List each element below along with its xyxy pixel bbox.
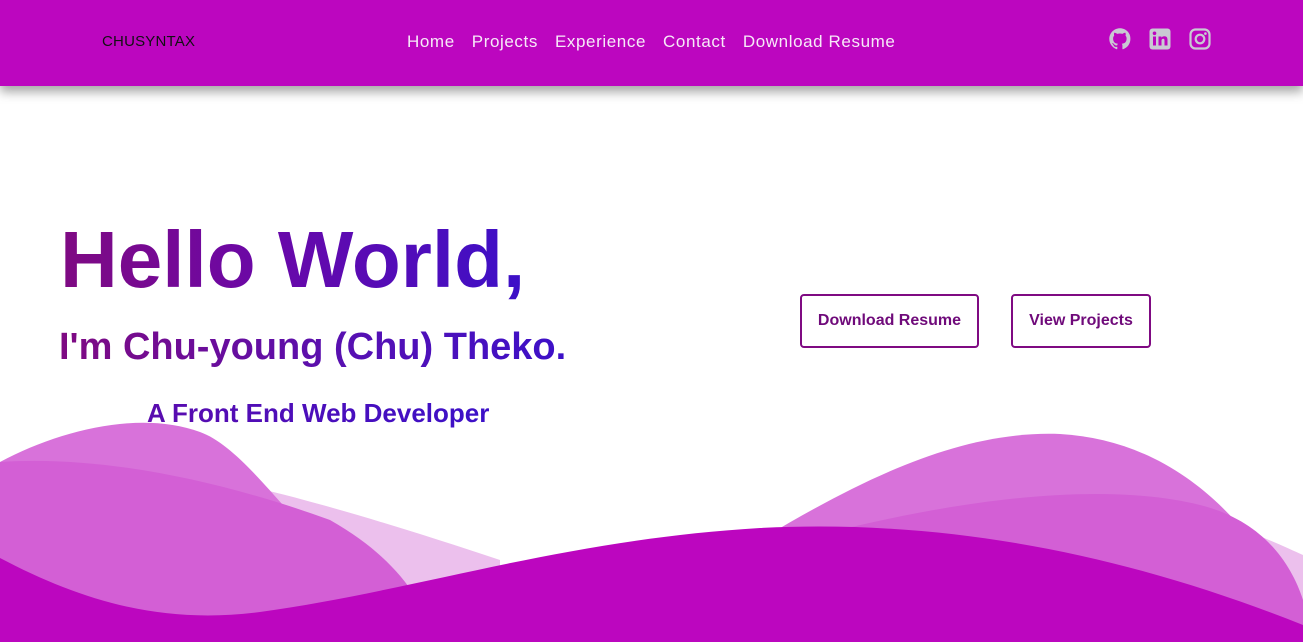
navbar: CHUSYNTAX Home Projects Experience Conta… — [0, 0, 1303, 86]
hero-title: Hello World, — [60, 212, 525, 308]
decorative-waves — [0, 422, 1303, 642]
view-projects-button[interactable]: View Projects — [1011, 294, 1151, 348]
download-resume-button[interactable]: Download Resume — [800, 294, 979, 348]
instagram-icon[interactable] — [1188, 27, 1212, 51]
github-icon[interactable] — [1108, 27, 1132, 51]
nav-link-home[interactable]: Home — [407, 32, 455, 52]
hero-subtitle: I'm Chu-young (Chu) Theko. — [59, 326, 567, 368]
nav-link-experience[interactable]: Experience — [555, 32, 646, 52]
hero-role: A Front End Web Developer — [147, 398, 490, 428]
nav-links: Home Projects Experience Contact Downloa… — [407, 32, 895, 52]
brand-logo[interactable]: CHUSYNTAX — [102, 33, 195, 50]
social-links — [1108, 27, 1212, 51]
linkedin-icon[interactable] — [1148, 27, 1172, 51]
nav-link-contact[interactable]: Contact — [663, 32, 726, 52]
nav-link-projects[interactable]: Projects — [472, 32, 538, 52]
nav-link-download-resume[interactable]: Download Resume — [743, 32, 896, 52]
